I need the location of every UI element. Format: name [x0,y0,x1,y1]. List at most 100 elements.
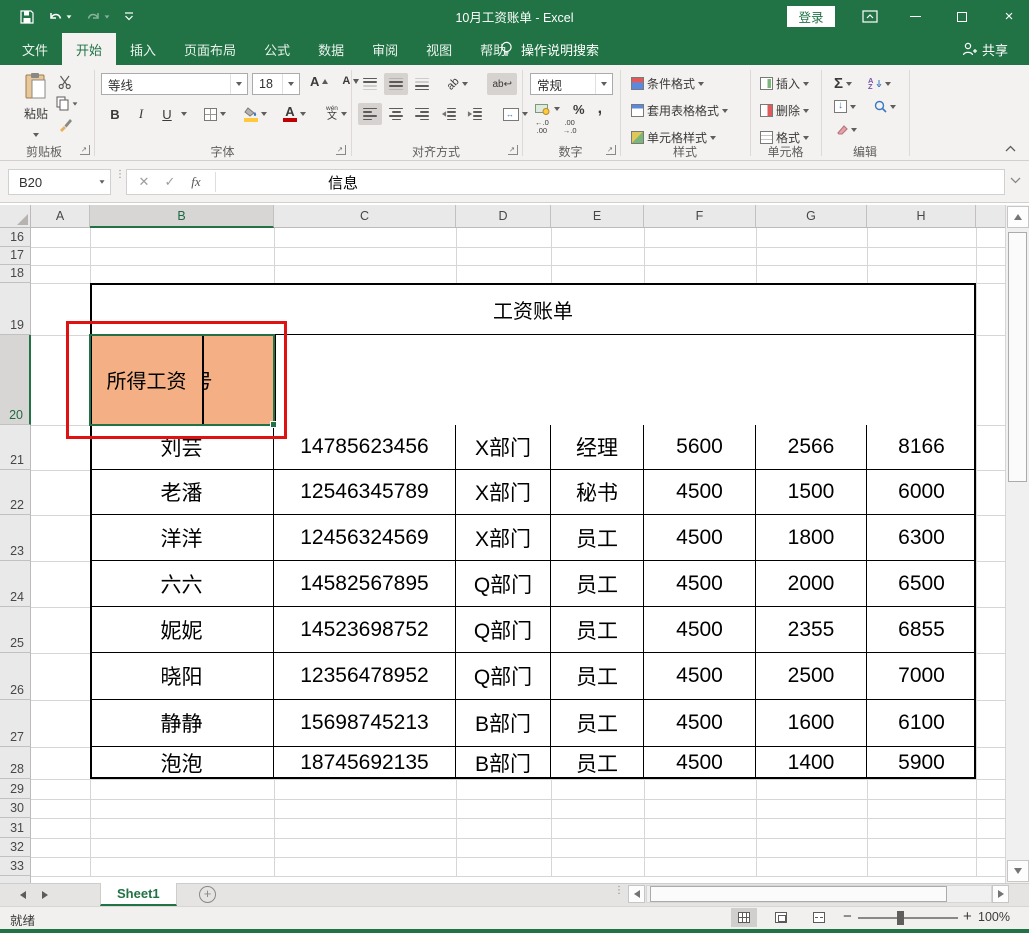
table-cell-r2c1[interactable]: 12456324569 [274,515,456,561]
font-color-button[interactable]: A [280,104,309,124]
wrap-text-button[interactable]: ab↩ [487,73,517,95]
column-header-A[interactable]: A [31,205,90,228]
accounting-format-button[interactable] [532,102,563,117]
row-header-17[interactable]: 17 [0,247,31,265]
align-top-button[interactable] [358,73,382,95]
table-cell-r6c4[interactable]: 4500 [644,700,756,747]
row-header-19[interactable]: 19 [0,283,31,335]
styles-item-0[interactable]: 条件格式 [628,73,731,94]
styles-item-1[interactable]: 套用表格格式 [628,100,731,121]
table-cell-r5c2[interactable]: Q部门 [456,653,551,700]
table-cell-r6c3[interactable]: 员工 [551,700,644,747]
comma-style-button[interactable]: , [595,98,605,120]
row-header-16[interactable]: 16 [0,228,31,247]
table-cell-r2c4[interactable]: 4500 [644,515,756,561]
login-button[interactable]: 登录 [787,6,835,27]
cancel-entry-icon[interactable]: ✕ [131,174,157,190]
autosum-button[interactable]: Σ [831,73,855,94]
table-cell-r7c6[interactable]: 5900 [867,747,976,779]
table-cell-r3c0[interactable]: 六六 [90,561,274,607]
table-cell-r4c3[interactable]: 员工 [551,607,644,653]
horizontal-scroll-thumb[interactable] [650,886,947,902]
find-select-button[interactable] [871,98,899,115]
align-right-button[interactable] [410,103,434,125]
cells-item-0[interactable]: 插入 [757,73,812,94]
column-header-B[interactable]: B [90,205,274,228]
maximize-button[interactable] [945,0,979,33]
italic-button[interactable]: I [129,103,153,125]
table-cell-r7c5[interactable]: 1400 [756,747,867,779]
row-header-31[interactable]: 31 [0,818,31,838]
expand-formula-bar-icon[interactable] [1010,177,1021,184]
row-header-28[interactable]: 28 [0,747,31,779]
table-cell-r3c2[interactable]: Q部门 [456,561,551,607]
copy-button[interactable] [56,96,78,111]
table-cell-r0c3[interactable]: 经理 [551,425,644,470]
cut-button[interactable] [58,75,73,90]
row-header-32[interactable]: 32 [0,838,31,857]
zoom-slider-track[interactable] [858,917,958,919]
table-cell-r4c5[interactable]: 2355 [756,607,867,653]
name-box[interactable]: B20 [8,169,111,195]
table-cell-r2c2[interactable]: X部门 [456,515,551,561]
table-cell-r0c0[interactable]: 刘芸 [90,425,274,470]
font-dialog-launcher[interactable]: ↘ [336,145,346,155]
table-cell-r5c6[interactable]: 7000 [867,653,976,700]
table-cell-r2c3[interactable]: 员工 [551,515,644,561]
close-button[interactable]: × [992,0,1026,33]
increase-decimal-button[interactable]: ←.0.00 [532,117,552,136]
underline-button[interactable]: U [155,103,179,125]
new-sheet-button[interactable]: + [199,886,216,903]
confirm-entry-icon[interactable]: ✓ [157,174,183,190]
table-cell-r0c2[interactable]: X部门 [456,425,551,470]
table-cell-r1c1[interactable]: 12546345789 [274,470,456,515]
sheet-tab-sheet1[interactable]: Sheet1 [100,883,177,906]
table-cell-r3c1[interactable]: 14582567895 [274,561,456,607]
row-header-33[interactable]: 33 [0,857,31,876]
row-header-23[interactable]: 23 [0,515,31,561]
table-cell-r5c1[interactable]: 12356478952 [274,653,456,700]
format-painter-button[interactable] [58,117,73,132]
normal-view-button[interactable] [731,908,757,927]
table-cell-r1c2[interactable]: X部门 [456,470,551,515]
font-size-combo[interactable]: 18 [252,73,300,95]
table-cell-r6c5[interactable]: 1600 [756,700,867,747]
ribbon-tab-插入[interactable]: 插入 [116,33,170,65]
increase-indent-button[interactable] [462,103,486,125]
phonetic-guide-button[interactable]: wén文 [323,104,350,125]
table-cell-r1c4[interactable]: 4500 [644,470,756,515]
insert-function-icon[interactable]: fx [183,174,209,190]
row-header-27[interactable]: 27 [0,700,31,747]
cells-item-1[interactable]: 删除 [757,100,812,121]
table-cell-r7c4[interactable]: 4500 [644,747,756,779]
table-cell-r7c1[interactable]: 18745692135 [274,747,456,779]
row-header-25[interactable]: 25 [0,607,31,653]
row-header-21[interactable]: 21 [0,425,31,470]
table-cell-r1c6[interactable]: 6000 [867,470,976,515]
column-header-F[interactable]: F [644,205,756,228]
align-bottom-button[interactable] [410,73,434,95]
column-header-partial[interactable] [976,205,1005,228]
fill-button[interactable]: ↓ [831,98,859,115]
table-cell-r5c0[interactable]: 晓阳 [90,653,274,700]
row-header-30[interactable]: 30 [0,799,31,818]
merge-center-button[interactable]: ↔ [500,106,531,123]
table-cell-r3c5[interactable]: 2000 [756,561,867,607]
tell-me-search[interactable]: 操作说明搜索 [500,33,599,65]
name-box-dropdown-icon[interactable] [99,180,104,183]
table-cell-r2c5[interactable]: 1800 [756,515,867,561]
table-cell-r4c2[interactable]: Q部门 [456,607,551,653]
percent-style-button[interactable]: % [570,100,588,119]
paste-button[interactable]: 粘贴 [14,72,58,142]
table-cell-r4c4[interactable]: 4500 [644,607,756,653]
zoom-slider-handle[interactable] [897,911,904,925]
decrease-decimal-button[interactable]: .00→.0 [560,117,580,136]
table-cell-r5c3[interactable]: 员工 [551,653,644,700]
table-cell-r1c5[interactable]: 1500 [756,470,867,515]
zoom-out-icon[interactable]: − [843,908,852,925]
formula-bar-resizer[interactable]: ⋮ [115,172,125,177]
table-cell-r7c2[interactable]: B部门 [456,747,551,779]
table-cell-r6c0[interactable]: 静静 [90,700,274,747]
clipboard-dialog-launcher[interactable]: ↘ [80,145,90,155]
ribbon-tab-文件[interactable]: 文件 [8,33,62,65]
